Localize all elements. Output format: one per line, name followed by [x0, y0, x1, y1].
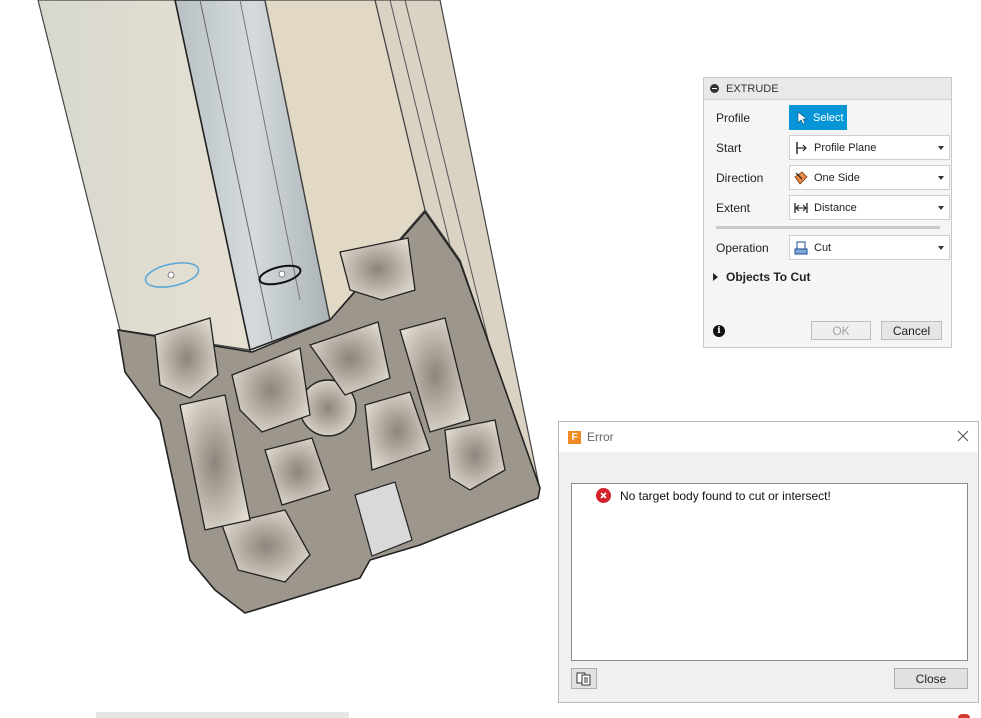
- cut-icon: [794, 240, 808, 255]
- start-label: Start: [716, 141, 742, 155]
- extent-label: Extent: [716, 201, 751, 215]
- chevron-down-icon: [938, 246, 944, 250]
- section-divider: [716, 226, 940, 229]
- copy-to-clipboard-button[interactable]: [571, 668, 597, 689]
- start-value: Profile Plane: [814, 141, 877, 154]
- copy-icon: [576, 672, 591, 685]
- error-message-row: No target body found to cut or intersect…: [596, 488, 831, 503]
- extrude-panel-title: EXTRUDE: [726, 82, 779, 95]
- fusion-app-icon: F: [568, 430, 581, 444]
- start-dropdown[interactable]: Profile Plane: [789, 135, 950, 160]
- objects-to-cut-label: Objects To Cut: [726, 270, 811, 284]
- operation-label: Operation: [716, 241, 769, 255]
- operation-dropdown[interactable]: Cut: [789, 235, 950, 260]
- error-dialog: F Error No target body found to cut or i…: [558, 421, 979, 703]
- extrude-panel-header[interactable]: EXTRUDE: [704, 78, 951, 100]
- cursor-arrow-icon: [797, 110, 808, 124]
- direction-value: One Side: [814, 171, 860, 184]
- direction-label: Direction: [716, 171, 764, 185]
- error-icon: [596, 488, 611, 503]
- profile-select-label: Select: [813, 111, 844, 124]
- distance-icon: [794, 202, 808, 213]
- direction-dropdown[interactable]: One Side: [789, 165, 950, 190]
- extent-dropdown[interactable]: Distance: [789, 195, 950, 220]
- chevron-down-icon: [938, 206, 944, 210]
- extrusion-profile-model: [37, 0, 541, 614]
- error-message-text: No target body found to cut or intersect…: [620, 488, 831, 503]
- profile-label: Profile: [716, 111, 751, 125]
- operation-row: Operation Cut: [716, 235, 950, 261]
- close-button[interactable]: Close: [894, 668, 968, 689]
- chevron-down-icon: [938, 146, 944, 150]
- chevron-down-icon: [938, 176, 944, 180]
- operation-value: Cut: [814, 241, 832, 254]
- one-side-icon: [794, 170, 808, 185]
- info-icon[interactable]: i: [713, 325, 725, 337]
- extrude-panel: EXTRUDE Profile Select Start Profile Pla…: [703, 77, 952, 348]
- extent-value: Distance: [814, 201, 857, 214]
- start-row: Start Profile Plane: [716, 135, 950, 161]
- direction-row: Direction One Side: [716, 165, 950, 191]
- profile-select-button[interactable]: Select: [789, 105, 847, 130]
- objects-to-cut-toggle[interactable]: Objects To Cut: [713, 270, 810, 284]
- profile-plane-icon: [796, 141, 807, 154]
- navigation-toolbar[interactable]: [96, 712, 349, 718]
- expand-triangle-icon: [713, 273, 718, 281]
- profile-row: Profile Select: [716, 105, 941, 131]
- cancel-button[interactable]: Cancel: [881, 321, 942, 340]
- close-icon[interactable]: [956, 429, 970, 443]
- ok-button[interactable]: OK: [811, 321, 871, 340]
- notification-indicator[interactable]: [958, 714, 970, 718]
- error-message-box: No target body found to cut or intersect…: [571, 483, 968, 661]
- extent-row: Extent Distance: [716, 195, 950, 221]
- collapse-icon[interactable]: [710, 84, 719, 93]
- error-dialog-titlebar[interactable]: F Error: [559, 422, 978, 452]
- error-dialog-title: Error: [587, 430, 614, 444]
